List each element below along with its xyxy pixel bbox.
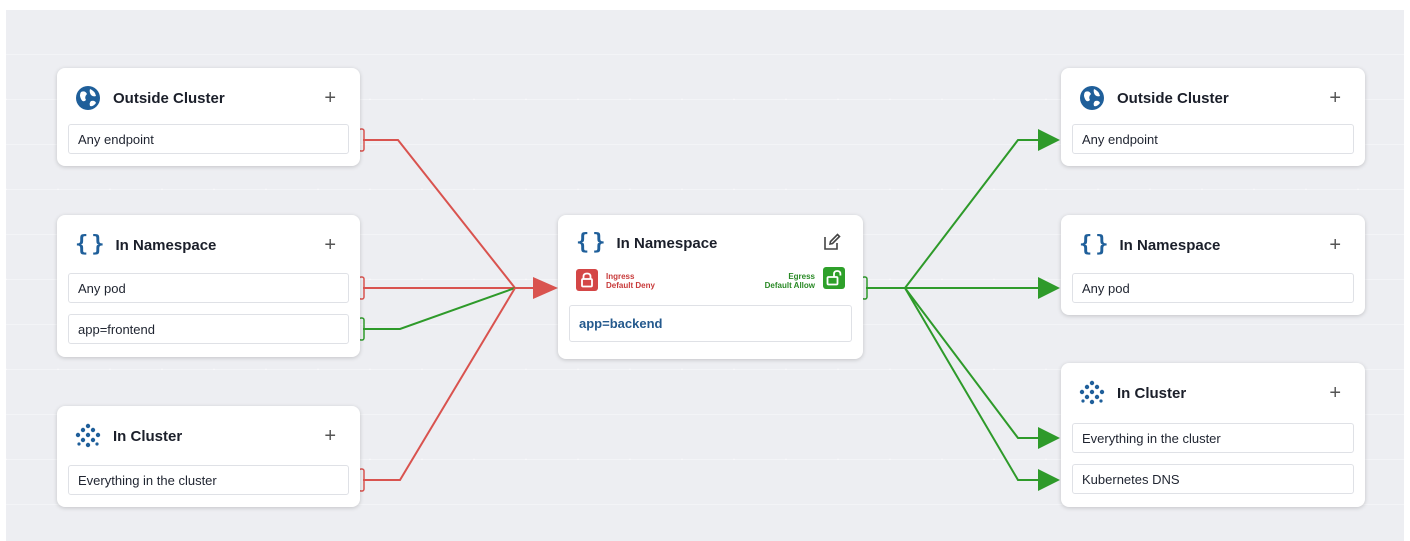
- edge-egress-cluster-everything[interactable]: [904, 287, 1040, 439]
- egress-unlock-button[interactable]: [823, 267, 845, 289]
- card-header: In Cluster +: [75, 406, 342, 466]
- egress-policy-text: Egress Default Allow: [765, 272, 815, 290]
- left-card-outside-cluster[interactable]: Outside Cluster + Any endpoint: [57, 68, 360, 166]
- add-icon[interactable]: +: [1329, 383, 1341, 403]
- selector-row-backend[interactable]: app=backend: [569, 305, 852, 342]
- selector-row[interactable]: Any pod: [1072, 273, 1354, 303]
- selector-row[interactable]: Any endpoint: [68, 124, 349, 154]
- right-card-in-cluster[interactable]: In Cluster + Everything in the cluster K…: [1061, 363, 1365, 507]
- card-header: Outside Cluster +: [1079, 68, 1347, 128]
- card-header: {} In Namespace +: [75, 215, 342, 275]
- edge-outside-any-endpoint-deny[interactable]: [363, 139, 516, 289]
- selector-row[interactable]: Everything in the cluster: [1072, 423, 1354, 453]
- egress-arrowhead-1: [1038, 129, 1060, 151]
- card-title: Outside Cluster: [1117, 89, 1229, 107]
- left-card-in-namespace[interactable]: {} In Namespace + Any pod app=frontend: [57, 215, 360, 357]
- card-header: Outside Cluster +: [75, 68, 342, 128]
- center-card-in-namespace[interactable]: {} In Namespace Ingress Default Deny Egr…: [558, 215, 863, 359]
- braces-icon: {}: [75, 232, 108, 257]
- edge-cluster-everything-deny[interactable]: [363, 287, 516, 481]
- edge-egress-outside-any-endpoint[interactable]: [866, 139, 1040, 289]
- ingress-policy-text: Ingress Default Deny: [606, 272, 655, 290]
- egress-arrowhead-2: [1038, 277, 1060, 299]
- card-title: In Cluster: [113, 427, 183, 445]
- card-title: In Namespace: [115, 236, 217, 254]
- selector-row[interactable]: Any pod: [68, 273, 349, 303]
- edit-icon[interactable]: [823, 233, 841, 251]
- card-header: In Cluster +: [1079, 363, 1347, 423]
- add-icon[interactable]: +: [324, 88, 336, 108]
- lock-icon: [581, 272, 593, 288]
- globe-icon: [1080, 86, 1104, 110]
- card-title: In Namespace: [616, 234, 718, 252]
- left-card-in-cluster[interactable]: In Cluster + Everything in the cluster: [57, 406, 360, 507]
- add-icon[interactable]: +: [1329, 88, 1341, 108]
- selector-row[interactable]: Everything in the cluster: [68, 465, 349, 495]
- cluster-icon: [75, 423, 101, 448]
- right-card-outside-cluster[interactable]: Outside Cluster + Any endpoint: [1061, 68, 1365, 166]
- edge-egress-kubernetes-dns[interactable]: [904, 287, 1040, 481]
- ingress-arrowhead: [533, 277, 558, 299]
- braces-icon: {}: [1079, 232, 1112, 257]
- unlock-icon: [826, 270, 842, 286]
- policy-row: Ingress Default Deny Egress Default Allo…: [576, 267, 845, 293]
- selector-row[interactable]: Kubernetes DNS: [1072, 464, 1354, 494]
- egress-label: Egress: [788, 272, 815, 281]
- card-title: Outside Cluster: [113, 89, 225, 107]
- selector-row[interactable]: Any endpoint: [1072, 124, 1354, 154]
- selector-row[interactable]: app=frontend: [68, 314, 349, 344]
- egress-policy: Default Allow: [764, 281, 815, 290]
- add-icon[interactable]: +: [324, 235, 336, 255]
- edge-namespace-frontend-allow[interactable]: [363, 287, 516, 330]
- add-icon[interactable]: +: [1329, 235, 1341, 255]
- globe-icon: [76, 86, 100, 110]
- ingress-policy: Default Deny: [606, 281, 655, 290]
- add-icon[interactable]: +: [324, 426, 336, 446]
- card-title: In Cluster: [1117, 384, 1187, 402]
- ingress-label: Ingress: [606, 272, 635, 281]
- card-title: In Namespace: [1119, 236, 1221, 254]
- card-header: {} In Namespace: [576, 215, 845, 271]
- card-header: {} In Namespace +: [1079, 215, 1347, 275]
- right-card-in-namespace[interactable]: {} In Namespace + Any pod: [1061, 215, 1365, 315]
- egress-arrowhead-3: [1038, 427, 1060, 449]
- ingress-lock-button[interactable]: [576, 269, 598, 291]
- cluster-icon: [1079, 380, 1105, 405]
- egress-arrowhead-4: [1038, 469, 1060, 491]
- braces-icon: {}: [576, 230, 609, 255]
